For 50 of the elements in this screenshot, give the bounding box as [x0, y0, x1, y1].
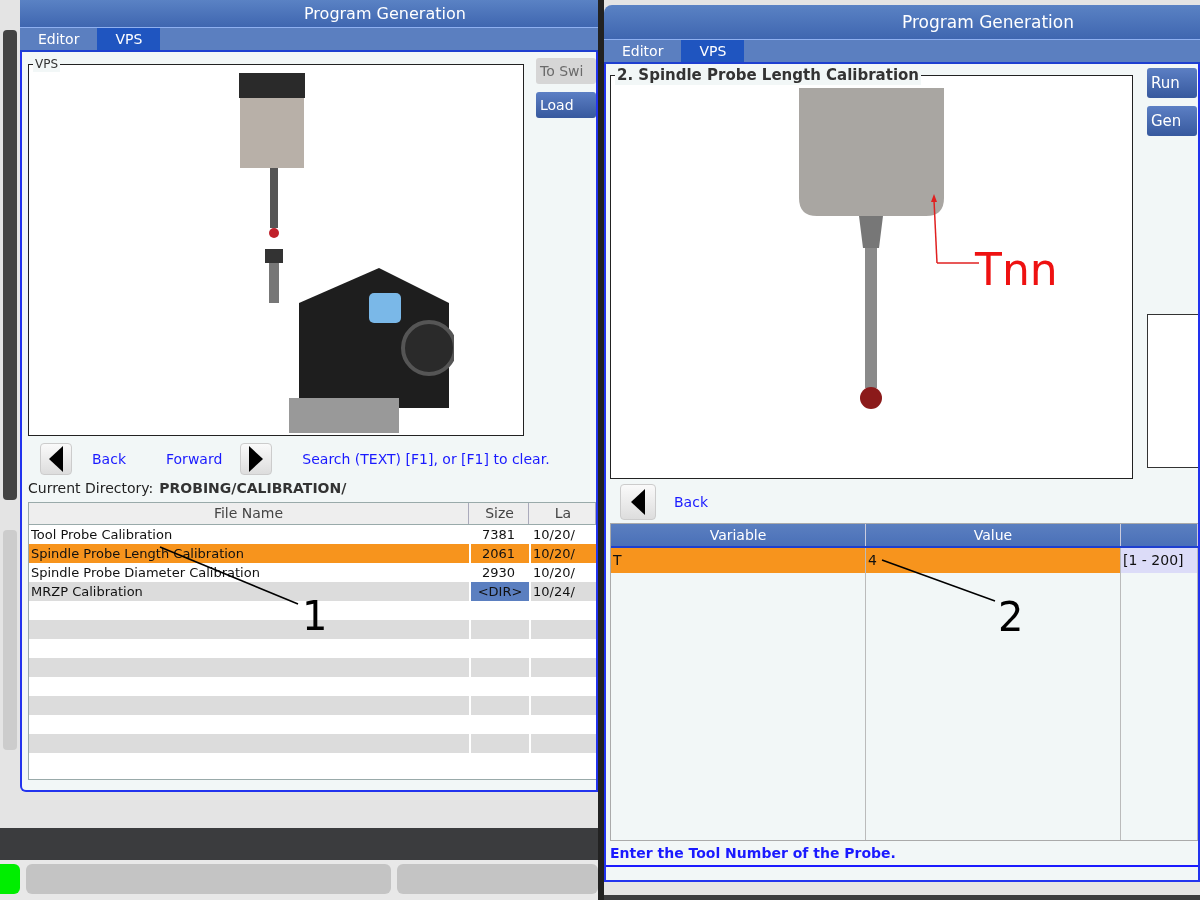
callout-number: 2: [998, 597, 1024, 637]
group-title: VPS: [33, 56, 61, 72]
right-triangle-icon: [249, 446, 264, 472]
date-cell-text: 10/20/: [532, 564, 576, 582]
group-title: 2. Spindle Probe Length Calibration: [615, 65, 921, 85]
forward-link[interactable]: Forward: [166, 451, 223, 467]
back-arrow-button[interactable]: [40, 443, 72, 475]
search-hint: Search (TEXT) [F1], or [F1] to clear.: [302, 451, 550, 467]
side-button[interactable]: Load: [536, 92, 596, 118]
file-name-cell: Spindle Probe Length Calibration: [29, 544, 469, 563]
file-row[interactable]: Tool Probe Calibration 7381 10/20/: [29, 525, 596, 544]
directory-path: PROBING/CALIBRATION/: [159, 480, 347, 496]
forward-arrow-button[interactable]: [240, 443, 273, 475]
tab[interactable]: Editor: [20, 28, 98, 50]
date-cell: 10/20/: [531, 544, 596, 563]
left-triangle-icon: [49, 446, 63, 472]
column-header[interactable]: Value: [866, 524, 1121, 546]
date-cell-text: 10/20/: [532, 526, 576, 544]
value-cell: 4: [866, 548, 1121, 573]
size-cell: <DIR>: [471, 582, 529, 601]
column-header[interactable]: Variable: [611, 524, 866, 546]
file-row[interactable]: Spindle Probe Length Calibration 2061 10/20/: [29, 544, 596, 563]
tab[interactable]: VPS: [681, 40, 745, 62]
window-title: Program Generation: [604, 5, 1200, 40]
size-cell-text: 2930: [480, 564, 516, 582]
size-cell-text: 7381: [480, 526, 516, 544]
back-link[interactable]: Back: [92, 451, 126, 467]
tab[interactable]: Editor: [604, 40, 682, 62]
file-row[interactable]: MRZP Calibration <DIR> 10/24/: [29, 582, 596, 601]
side-button[interactable]: Gen: [1147, 106, 1197, 136]
variable-cell: T: [611, 548, 866, 573]
size-cell: 2061: [471, 544, 529, 563]
side-button[interactable]: Run: [1147, 68, 1197, 98]
prompt-text: Enter the Tool Number of the Probe.: [606, 841, 1198, 867]
range-cell: [1 - 200]: [1121, 548, 1198, 573]
file-name-cell-text: Tool Probe Calibration: [30, 526, 174, 544]
back-arrow-button[interactable]: [620, 484, 656, 520]
status-light: [0, 864, 20, 894]
file-name-cell: MRZP Calibration: [29, 582, 469, 601]
date-cell: 10/24/: [531, 582, 596, 601]
directory-label: Current Directory:: [28, 480, 154, 496]
window-title: Program Generation: [20, 0, 598, 28]
tab[interactable]: VPS: [97, 28, 161, 50]
column-header[interactable]: La: [531, 503, 596, 524]
column-header[interactable]: Size: [471, 503, 529, 524]
back-link[interactable]: Back: [674, 494, 708, 510]
left-triangle-icon: [631, 489, 645, 515]
variable-row[interactable]: T 4 [1 - 200]: [611, 548, 1198, 573]
annotation-label: Tnn: [975, 248, 1058, 292]
column-header[interactable]: File Name: [29, 503, 469, 524]
